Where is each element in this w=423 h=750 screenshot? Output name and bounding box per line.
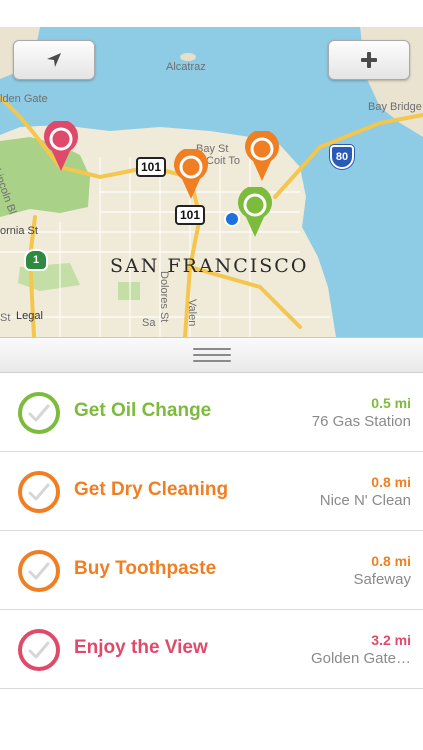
- task-row[interactable]: Enjoy the View 3.2 mi Golden Gate…: [0, 610, 423, 689]
- highway-101-shield: 101: [175, 205, 205, 225]
- checkbox-circle-icon[interactable]: [17, 549, 61, 593]
- map-pin-green[interactable]: [236, 187, 274, 239]
- task-distance: 3.2 mi: [371, 632, 411, 648]
- task-row[interactable]: Buy Toothpaste 0.8 mi Safeway: [0, 531, 423, 610]
- bay-bridge-label: Bay Bridge: [368, 101, 422, 113]
- task-title: Get Dry Cleaning: [74, 479, 229, 500]
- street-label: St: [0, 312, 11, 324]
- task-title: Buy Toothpaste: [74, 558, 217, 579]
- highway-101-shield: 101: [136, 157, 166, 177]
- task-list: Get Oil Change 0.5 mi 76 Gas Station Get…: [0, 373, 423, 689]
- checkbox-circle-icon[interactable]: [17, 391, 61, 435]
- task-place: Nice N' Clean: [319, 492, 411, 509]
- sa-label: Sa: [142, 317, 156, 329]
- task-place: 76 Gas Station: [311, 413, 411, 430]
- coit-tower-label: Coit To: [206, 155, 241, 167]
- plus-icon: [361, 52, 377, 68]
- task-distance: 0.8 mi: [371, 553, 411, 569]
- city-label: SAN FRANCISCO: [110, 255, 309, 277]
- map-view[interactable]: Alcatraz lden Gate Bay Bridge Bay St Coi…: [0, 27, 423, 337]
- task-distance: 0.8 mi: [371, 474, 411, 490]
- add-task-button[interactable]: [328, 40, 410, 80]
- task-title: Get Oil Change: [74, 400, 212, 421]
- alcatraz-label: Alcatraz: [166, 61, 206, 73]
- task-place: Safeway: [353, 571, 411, 588]
- task-title: Enjoy the View: [74, 637, 208, 658]
- interstate-80-shield: 80: [330, 145, 354, 169]
- task-row[interactable]: Get Dry Cleaning 0.8 mi Nice N' Clean: [0, 452, 423, 531]
- map-pin-pink[interactable]: [42, 121, 80, 173]
- checkbox-circle-icon[interactable]: [17, 470, 61, 514]
- task-row[interactable]: Get Oil Change 0.5 mi 76 Gas Station: [0, 373, 423, 452]
- checkbox-circle-icon[interactable]: [17, 628, 61, 672]
- locate-me-button[interactable]: [13, 40, 95, 80]
- california-st-label: ornia St: [0, 225, 38, 237]
- valencia-label: Valen: [186, 299, 198, 327]
- drawer-handle[interactable]: [0, 337, 423, 373]
- map-pin-orange[interactable]: [243, 131, 281, 183]
- location-arrow-icon: [47, 53, 61, 67]
- map-pin-orange[interactable]: [172, 149, 210, 201]
- task-place: Golden Gate…: [310, 650, 411, 667]
- task-distance: 0.5 mi: [371, 395, 411, 411]
- legal-link[interactable]: Legal: [16, 310, 43, 322]
- dolores-label: Dolores St: [158, 271, 170, 323]
- status-bar: [0, 0, 423, 27]
- highway-1-shield: 1: [24, 249, 48, 271]
- golden-gate-label: lden Gate: [0, 93, 48, 105]
- grip-icon: [192, 348, 231, 362]
